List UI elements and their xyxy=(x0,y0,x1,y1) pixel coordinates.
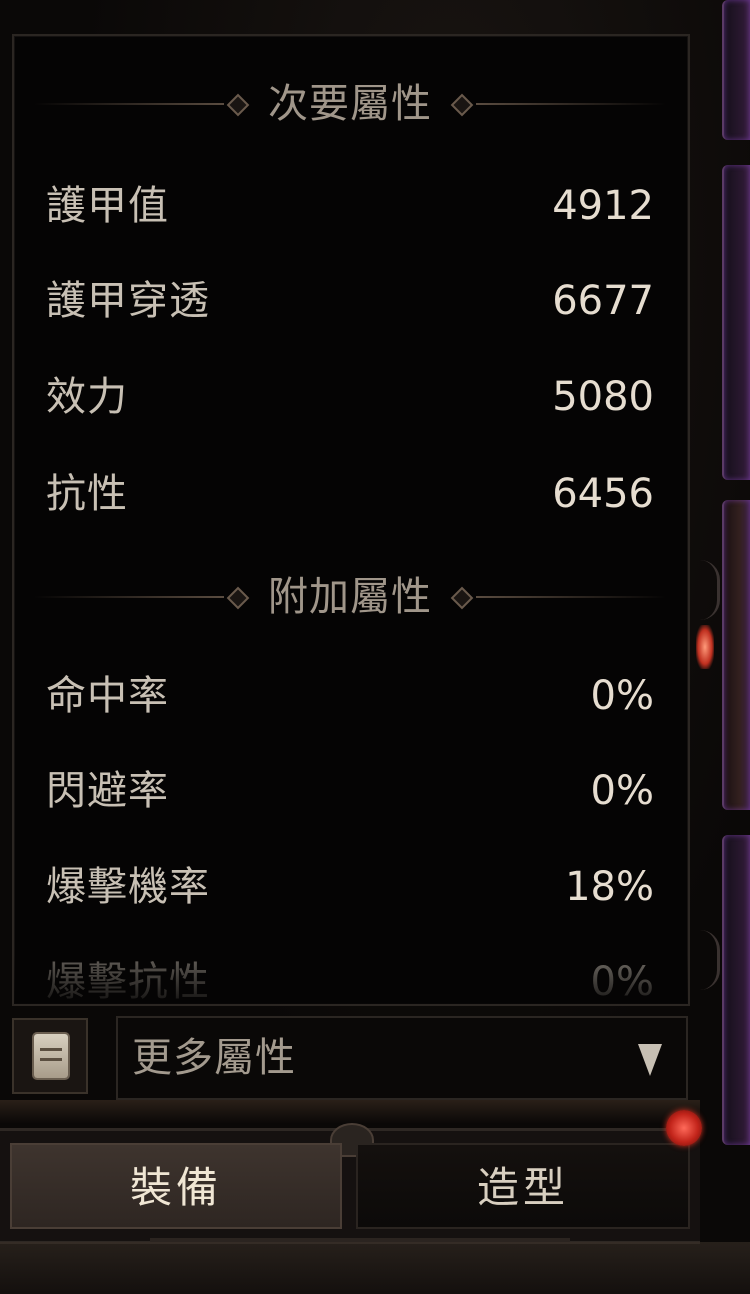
edge-panel-middle[interactable] xyxy=(722,500,750,810)
stat-label: 效力 xyxy=(46,374,128,420)
stat-row-resistance: 抗性 6456 xyxy=(46,466,654,522)
divider-line xyxy=(476,103,666,105)
more-attributes-dropdown[interactable]: 更多屬性 xyxy=(116,1016,688,1100)
book-button[interactable] xyxy=(12,1018,88,1094)
stat-value: 4912 xyxy=(552,183,654,229)
stats-panel[interactable]: 次要屬性 護甲值 4912 護甲穿透 6677 效力 5080 抗性 6456 … xyxy=(12,34,690,1006)
stat-row-armor-penetration: 護甲穿透 6677 xyxy=(46,273,654,329)
stat-value: 0% xyxy=(590,768,654,814)
stat-value: 0% xyxy=(590,959,654,1005)
stat-label: 抗性 xyxy=(46,471,128,517)
floor-shading xyxy=(0,1100,700,1124)
tab-equipment[interactable]: 裝備 xyxy=(10,1143,342,1229)
stat-row-potency: 效力 5080 xyxy=(46,369,654,425)
edge-panel-top[interactable] xyxy=(722,0,750,140)
stat-label: 爆擊抗性 xyxy=(46,959,210,1005)
stat-value: 18% xyxy=(565,864,654,910)
additional-section-header: 附加屬性 xyxy=(34,575,666,619)
stat-row-crit-chance: 爆擊機率 18% xyxy=(46,859,654,915)
chevron-down-icon xyxy=(638,1044,662,1076)
stat-label: 護甲值 xyxy=(46,183,169,229)
edge-panel-lower[interactable] xyxy=(722,835,750,1145)
stat-value: 6456 xyxy=(552,471,654,517)
stat-row-dodge-rate: 閃避率 0% xyxy=(46,763,654,819)
character-attributes-screen: 次要屬性 護甲值 4912 護甲穿透 6677 效力 5080 抗性 6456 … xyxy=(0,0,750,1294)
thorn-ornament xyxy=(689,930,720,990)
stat-row-hit-rate: 命中率 0% xyxy=(46,668,654,724)
stat-label: 護甲穿透 xyxy=(46,278,210,324)
stat-value: 5080 xyxy=(552,374,654,420)
stat-row-armor: 護甲值 4912 xyxy=(46,178,654,234)
stat-label: 命中率 xyxy=(46,673,169,719)
dropdown-label: 更多屬性 xyxy=(132,1035,296,1081)
red-gem-icon xyxy=(696,625,714,669)
tab-bar: 裝備 造型 xyxy=(0,1123,700,1244)
edge-panel-upper[interactable] xyxy=(722,165,750,480)
stat-label: 爆擊機率 xyxy=(46,864,210,910)
stat-value: 6677 xyxy=(552,278,654,324)
tab-label: 裝備 xyxy=(129,1163,222,1212)
secondary-section-header: 次要屬性 xyxy=(34,82,666,126)
tab-appearance[interactable]: 造型 xyxy=(356,1143,690,1229)
stat-value: 0% xyxy=(590,673,654,719)
book-icon xyxy=(34,1034,68,1078)
tab-label: 造型 xyxy=(476,1163,569,1212)
stat-row-crit-resistance: 爆擊抗性 0% xyxy=(46,954,654,1005)
notification-dot-icon xyxy=(666,1110,702,1146)
divider-line xyxy=(476,596,666,598)
thorn-ornament xyxy=(689,560,720,620)
stat-label: 閃避率 xyxy=(46,768,169,814)
